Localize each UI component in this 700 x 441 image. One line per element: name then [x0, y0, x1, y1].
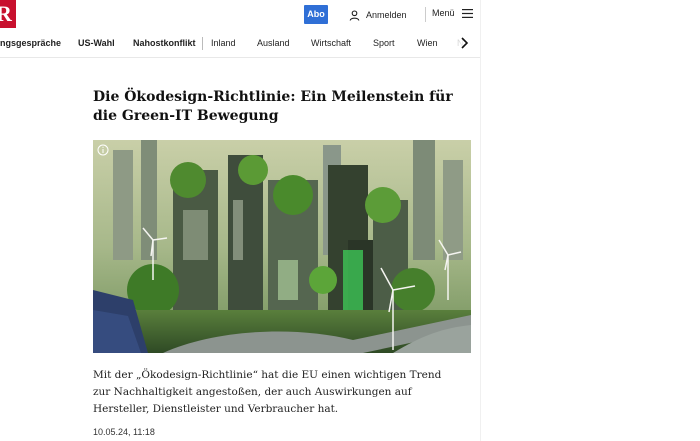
- hamburger-icon: [461, 8, 473, 18]
- top-bar: R Abo Anmelden Menü: [0, 0, 480, 30]
- nav-item-inland[interactable]: Inland: [211, 38, 236, 48]
- nav-item-us-wahl[interactable]: US-Wahl: [78, 38, 115, 48]
- nav-item-ausland[interactable]: Ausland: [257, 38, 290, 48]
- section-nav: ngsgespräche US-Wahl Nahostkonflikt Inla…: [0, 34, 480, 54]
- nav-rule: [0, 57, 480, 58]
- login-label: Anmelden: [366, 10, 407, 20]
- article-title: Die Ökodesign-Richtlinie: Ein Meilenstei…: [93, 89, 453, 124]
- chevron-right-icon[interactable]: [459, 36, 469, 50]
- nav-divider: [202, 37, 203, 50]
- article-lead: Mit der „Ökodesign-Richtlinie“ hat die E…: [93, 369, 442, 415]
- nav-item-sport[interactable]: Sport: [373, 38, 395, 48]
- brand-logo[interactable]: R: [0, 0, 16, 28]
- nav-item-wien[interactable]: Wien: [417, 38, 438, 48]
- login-button[interactable]: Anmelden: [349, 8, 407, 22]
- header-divider: [425, 7, 426, 22]
- article-hero-image: [93, 140, 471, 353]
- user-icon: [349, 9, 360, 21]
- menu-button[interactable]: Menü: [432, 8, 473, 18]
- article-date: 10.05.24, 11:18: [93, 427, 155, 437]
- nav-item-nahostkonflikt[interactable]: Nahostkonflikt: [133, 38, 196, 48]
- menu-label: Menü: [432, 8, 455, 18]
- green-city-illustration: [93, 140, 471, 353]
- nav-item-wirtschaft[interactable]: Wirtschaft: [311, 38, 351, 48]
- nav-item-gespraeche[interactable]: ngsgespräche: [0, 38, 61, 48]
- abo-button[interactable]: Abo: [304, 5, 328, 24]
- page: R Abo Anmelden Menü ngsgespräche US-Wahl…: [0, 0, 481, 441]
